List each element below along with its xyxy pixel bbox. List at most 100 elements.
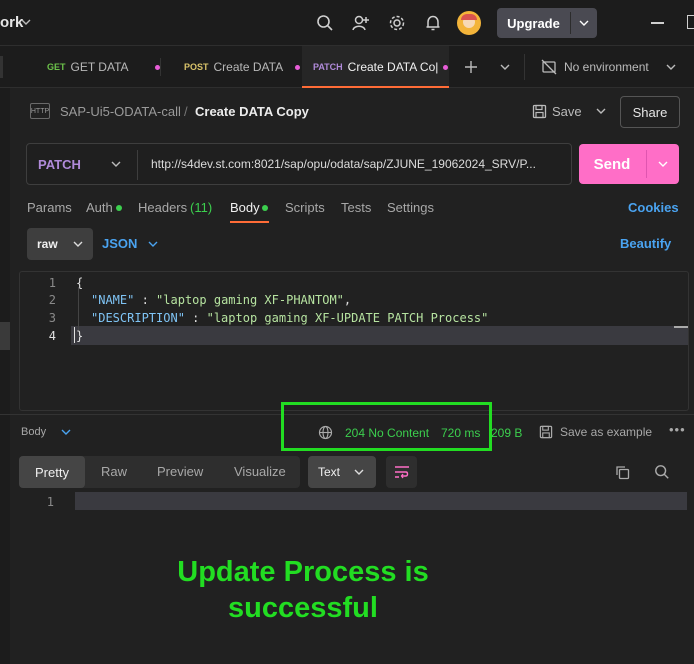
chevron-down-icon: [352, 466, 366, 478]
unsaved-dot: [154, 64, 160, 70]
tab-body[interactable]: Body: [230, 200, 260, 215]
method-label: PATCH: [313, 62, 343, 72]
more-options-icon[interactable]: •••: [669, 422, 686, 437]
tab-params[interactable]: Params: [27, 200, 72, 215]
tab-create-data[interactable]: POST Create DATA: [184, 46, 301, 88]
avatar[interactable]: [457, 11, 481, 35]
tab-headers[interactable]: Headers: [138, 200, 187, 215]
environment-selector[interactable]: No environment: [564, 60, 649, 74]
tab-label: GET DATA: [70, 60, 129, 74]
bell-icon[interactable]: [422, 12, 444, 34]
request-url-bar: PATCH http://s4dev.st.com:8021/sap/opu/o…: [26, 143, 572, 185]
method-label: POST: [184, 62, 209, 72]
sidebar-selected-item[interactable]: [0, 322, 10, 350]
save-as-example-button[interactable]: Save as example: [560, 425, 652, 439]
chevron-down-icon[interactable]: [60, 426, 72, 438]
chevron-down-icon[interactable]: [594, 104, 608, 118]
save-button[interactable]: Save: [552, 104, 582, 119]
upgrade-button-group: Upgrade: [497, 8, 597, 38]
breadcrumb-collection[interactable]: SAP-Ui5-ODATA-call: [60, 104, 181, 119]
status-highlight-box: [281, 402, 492, 451]
chevron-down-icon[interactable]: [109, 157, 123, 171]
method-label: GET: [47, 62, 66, 72]
save-icon: [538, 424, 554, 440]
maximize-icon[interactable]: [687, 15, 694, 29]
sidebar-strip: [0, 88, 10, 664]
response-body-line[interactable]: [75, 492, 687, 510]
search-icon[interactable]: [314, 12, 336, 34]
response-format-label: Text: [318, 465, 341, 479]
text-cursor: [74, 327, 75, 343]
tab-scripts[interactable]: Scripts: [285, 200, 325, 215]
tab-tests[interactable]: Tests: [341, 200, 371, 215]
upgrade-button[interactable]: Upgrade: [497, 8, 570, 38]
json-colon: :: [184, 311, 207, 325]
tab-visualize[interactable]: Visualize: [234, 464, 286, 479]
tab-label: Create DATA: [213, 60, 284, 74]
tab-get-data[interactable]: GET GET DATA: [47, 46, 160, 88]
tab-preview[interactable]: Preview: [157, 464, 203, 479]
line-number: 1: [46, 495, 54, 509]
divider: [137, 150, 138, 180]
line-number: 2: [48, 293, 56, 307]
code-close-brace: }: [76, 329, 84, 343]
http-request-icon: HTTP: [30, 103, 50, 119]
line-number: 4: [48, 329, 56, 343]
response-size[interactable]: 209 B: [491, 426, 522, 440]
body-indicator: [262, 205, 268, 211]
tab-create-data-copy[interactable]: PATCH Create DATA Co|: [313, 46, 449, 88]
json-value: "laptop gaming XF-PHANTOM": [156, 293, 344, 307]
json-key: "DESCRIPTION": [91, 311, 185, 325]
chevron-down-icon: [71, 238, 85, 250]
search-icon[interactable]: [653, 463, 671, 481]
unsaved-dot: [295, 64, 301, 70]
body-mode-select[interactable]: raw: [27, 228, 93, 260]
top-bar: ork Upgrade: [0, 0, 694, 46]
body-format-select[interactable]: JSON: [102, 236, 137, 251]
send-button-group: Send: [579, 144, 679, 184]
json-comma: ,: [343, 293, 352, 307]
tab-raw[interactable]: Raw: [101, 464, 127, 479]
chevron-down-icon[interactable]: [571, 8, 597, 38]
line-number: 3: [48, 311, 56, 325]
headers-count: (11): [190, 200, 213, 215]
json-value: "laptop gaming XF-UPDATE PATCH Process": [206, 311, 489, 325]
chevron-down-icon[interactable]: [647, 144, 679, 184]
chevron-down-icon[interactable]: [664, 56, 678, 78]
method-select[interactable]: PATCH: [38, 157, 81, 172]
code-line: "NAME" : "laptop gaming XF-PHANTOM",: [91, 293, 351, 307]
tab-settings[interactable]: Settings: [387, 200, 434, 215]
tab-auth[interactable]: Auth: [86, 200, 113, 215]
indent-guide: [78, 287, 79, 331]
wrap-lines-icon[interactable]: [386, 456, 417, 488]
tab-divider: [160, 58, 161, 76]
save-icon: [531, 103, 547, 119]
beautify-button[interactable]: Beautify: [620, 236, 671, 251]
tab-pretty[interactable]: Pretty: [19, 456, 85, 488]
share-button[interactable]: Share: [620, 96, 680, 128]
response-format-select[interactable]: Text: [308, 456, 376, 488]
copy-icon[interactable]: [613, 463, 631, 481]
add-tab-icon[interactable]: [460, 56, 482, 78]
send-button[interactable]: Send: [579, 144, 645, 184]
line-number: 1: [48, 276, 56, 290]
chevron-down-icon[interactable]: [146, 238, 160, 250]
unsaved-dot: [443, 64, 449, 70]
response-section-label[interactable]: Body: [21, 426, 46, 438]
page-title[interactable]: Create DATA Copy: [195, 104, 309, 119]
chevron-down-icon[interactable]: [20, 14, 32, 30]
auth-indicator: [116, 205, 122, 211]
body-mode-label: raw: [37, 237, 58, 251]
gear-icon[interactable]: [386, 12, 408, 34]
cookies-link[interactable]: Cookies: [628, 200, 679, 215]
json-colon: :: [134, 293, 157, 307]
sidebar-edge: [0, 56, 3, 78]
chevron-down-icon[interactable]: [496, 56, 514, 78]
minimize-icon[interactable]: [651, 22, 664, 24]
request-tabs-bar: GET GET DATA POST Create DATA PATCH Crea…: [0, 46, 694, 88]
json-key: "NAME": [91, 293, 135, 307]
url-input[interactable]: http://s4dev.st.com:8021/sap/opu/odata/s…: [151, 157, 565, 171]
annotation-text-line2: successful: [228, 592, 378, 624]
invite-user-icon[interactable]: [350, 12, 372, 34]
active-tab-underline: [230, 221, 269, 223]
